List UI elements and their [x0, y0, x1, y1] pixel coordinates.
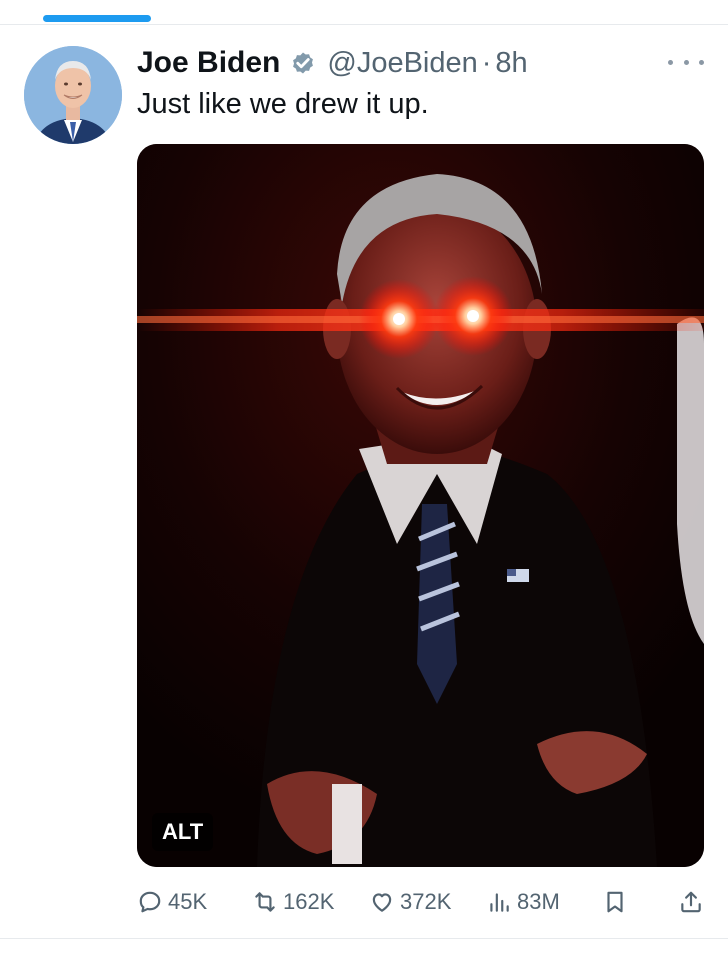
tweet-media-image[interactable] [137, 144, 704, 867]
tweet-text: Just like we drew it up. [137, 88, 429, 120]
reply-button[interactable]: 45K [137, 872, 207, 932]
views-bar-chart-icon [490, 893, 509, 912]
repost-count: 162K [283, 889, 335, 914]
tweet-action-bar: 45K 162K 372K 83M [0, 872, 728, 932]
display-name[interactable]: Joe Biden [137, 46, 280, 80]
reply-icon [139, 891, 161, 913]
more-options-icon[interactable] [668, 52, 704, 72]
active-tab-indicator [43, 15, 151, 22]
bookmark-icon [607, 891, 623, 913]
repost-button[interactable]: 162K [252, 872, 334, 932]
verified-badge-icon[interactable] [289, 49, 317, 77]
share-button[interactable] [678, 872, 709, 932]
alt-text-badge[interactable]: ALT [152, 813, 214, 851]
like-count: 372K [400, 889, 452, 914]
avatar[interactable] [24, 46, 122, 144]
heart-icon [372, 893, 392, 912]
reply-count: 45K [168, 889, 208, 914]
views-button[interactable]: 83M [486, 872, 560, 932]
tweet-timestamp[interactable]: 8h [495, 47, 527, 80]
repost-icon [255, 892, 275, 912]
share-icon [681, 891, 701, 913]
user-handle[interactable]: @JoeBiden [327, 47, 477, 80]
separator-dot: · [481, 46, 492, 79]
views-count: 83M [517, 889, 560, 914]
bookmark-button[interactable] [602, 872, 633, 932]
tweet-header: Joe Biden @JoeBiden · 8h [137, 44, 528, 82]
bottom-divider [0, 938, 728, 939]
profile-photo [24, 46, 122, 144]
top-divider [0, 24, 728, 25]
like-button[interactable]: 372K [369, 872, 451, 932]
